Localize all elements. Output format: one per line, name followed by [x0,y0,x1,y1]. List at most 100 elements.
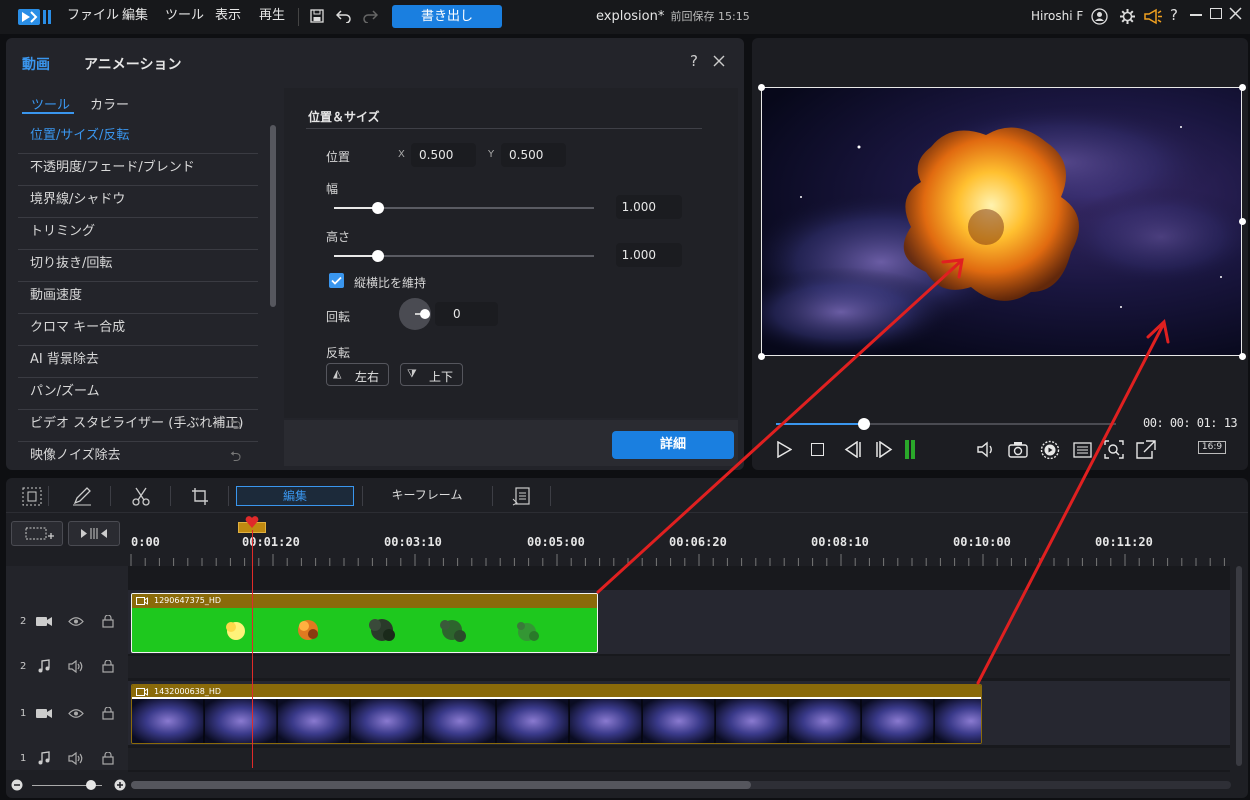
tool-chroma-key[interactable]: クロマ キー合成 [18,314,258,346]
tool-position-size-flip[interactable]: 位置/サイズ/反転 [18,122,258,154]
timeline-horizontal-scrollbar[interactable] [131,781,1231,789]
tab-keyframe[interactable]: キーフレーム [368,486,486,506]
tool-video-denoise[interactable]: 映像ノイズ除去 [18,442,258,464]
tab-animation[interactable]: アニメーション [84,54,181,74]
height-field[interactable]: 1.000 [616,243,682,267]
zoom-out-icon[interactable] [11,779,23,791]
crop-icon[interactable] [191,487,209,506]
menu-edit[interactable]: 編集 [122,0,148,34]
tool-pan-zoom[interactable]: パン/ズーム [18,378,258,410]
redo-icon[interactable] [362,9,378,23]
fit-timeline-button[interactable] [68,521,120,546]
menu-file[interactable]: ファイル [67,0,119,34]
rotation-field[interactable]: 0 [435,302,498,326]
track-header-video-2: 2 [10,615,126,630]
add-track-button[interactable] [11,521,63,546]
undock-preview-icon[interactable] [1136,440,1156,459]
resize-handle[interactable] [1239,218,1246,225]
resize-handle[interactable] [758,84,765,91]
denoise-undo-icon[interactable]: ⮌ [230,446,241,470]
tool-trimming[interactable]: トリミング [18,218,258,250]
split-scissors-icon[interactable] [132,487,150,506]
timecode-display: 00: 00: 01: 13 [1143,416,1238,430]
menu-view[interactable]: 表示 [215,0,241,34]
tool-video-stabilizer[interactable]: ビデオ スタビライザー (手ぶれ補正) [18,410,258,442]
zoom-in-icon[interactable] [114,779,126,791]
next-frame-icon[interactable] [876,441,894,458]
zoom-slider-knob[interactable] [86,780,96,790]
timeline-clip-galaxy[interactable]: 1432000638_HD [131,684,982,744]
height-label: 高さ [326,230,351,244]
tool-video-speed[interactable]: 動画速度 [18,282,258,314]
maximize-icon[interactable] [1210,8,1222,19]
stop-icon[interactable] [811,443,824,456]
save-icon[interactable] [310,9,324,23]
draw-pen-icon[interactable] [72,487,92,506]
resize-handle[interactable] [758,353,765,360]
track-lock-icon[interactable] [102,660,114,673]
undo-icon[interactable] [336,9,352,23]
subtab-tools[interactable]: ツール [31,94,70,113]
position-y-field[interactable]: 0.500 [501,143,566,167]
track-lock-icon[interactable] [102,752,114,765]
user-name[interactable]: Hiroshi F [1031,9,1083,23]
ruler-label: 00:01:20 [242,535,300,549]
tool-border-shadow[interactable]: 境界線/シャドウ [18,186,258,218]
menu-tools[interactable]: ツール [165,0,204,34]
speaker-icon[interactable] [68,752,84,765]
selection-box[interactable] [761,87,1242,356]
user-avatar-icon[interactable] [1091,8,1108,25]
tool-crop-rotate[interactable]: 切り抜き/回転 [18,250,258,282]
app-logo-icon [18,8,52,26]
flip-vertical-button[interactable]: ⧩ 上下 [400,363,463,386]
select-tool-icon[interactable] [22,487,42,506]
notification-megaphone-icon[interactable] [1143,8,1163,25]
help-icon[interactable]: ? [1170,6,1178,24]
detail-button[interactable]: 詳細 [612,431,734,459]
tool-list-scrollbar[interactable] [270,125,276,307]
width-field[interactable]: 1.000 [616,195,682,219]
track-lock-icon[interactable] [102,615,114,628]
stabilizer-undo-icon[interactable]: ⮌ [230,414,241,438]
rotation-dial[interactable] [399,298,431,330]
resize-handle[interactable] [1239,353,1246,360]
clip-list-icon[interactable] [512,487,530,506]
zoom-preview-icon[interactable] [1104,440,1124,459]
tool-ai-background-removal[interactable]: AI 背景除去 [18,346,258,378]
timeline-clip-explosion[interactable]: 1290647375_HD [131,593,598,653]
add-track-icon [25,527,54,540]
close-window-icon[interactable] [1229,7,1242,20]
playhead-line[interactable] [252,530,253,768]
ruler-label: 00:08:10 [811,535,869,549]
tab-edit[interactable]: 編集 [236,486,354,506]
panel-help-icon[interactable]: ? [690,52,698,70]
visibility-eye-icon[interactable] [68,616,84,627]
previous-frame-icon[interactable] [843,441,861,458]
tab-video[interactable]: 動画 [22,54,50,74]
settings-gear-icon[interactable] [1119,8,1136,25]
export-button[interactable]: 書き出し [392,5,502,28]
resize-handle[interactable] [1239,84,1246,91]
playback-quality-icon[interactable] [1040,440,1060,460]
flip-horizontal-button[interactable]: ◭ 左右 [326,363,389,386]
panel-close-icon[interactable] [713,55,725,67]
play-icon[interactable] [776,441,792,458]
display-mode-icon[interactable] [1073,442,1092,458]
timeline-vertical-scrollbar[interactable] [1236,566,1242,766]
track-lock-icon[interactable] [102,707,114,720]
keep-ratio-checkbox[interactable] [329,273,344,288]
menu-play[interactable]: 再生 [259,0,285,34]
x-label: X [398,149,405,160]
minimize-icon[interactable] [1190,14,1202,16]
audio-level-meter [911,440,915,459]
tool-opacity-fade-blend[interactable]: 不透明度/フェード/ブレンド [18,154,258,186]
visibility-eye-icon[interactable] [68,708,84,719]
clip-name: 1290647375_HD [154,596,222,605]
aspect-ratio-button[interactable]: 16:9 [1198,441,1226,454]
position-x-field[interactable]: 0.500 [411,143,476,167]
speaker-icon[interactable] [68,660,84,673]
subtab-color[interactable]: カラー [90,94,129,113]
flip-horizontal-icon: ◭ [333,367,342,380]
snapshot-camera-icon[interactable] [1008,441,1028,458]
volume-icon[interactable] [976,441,996,458]
